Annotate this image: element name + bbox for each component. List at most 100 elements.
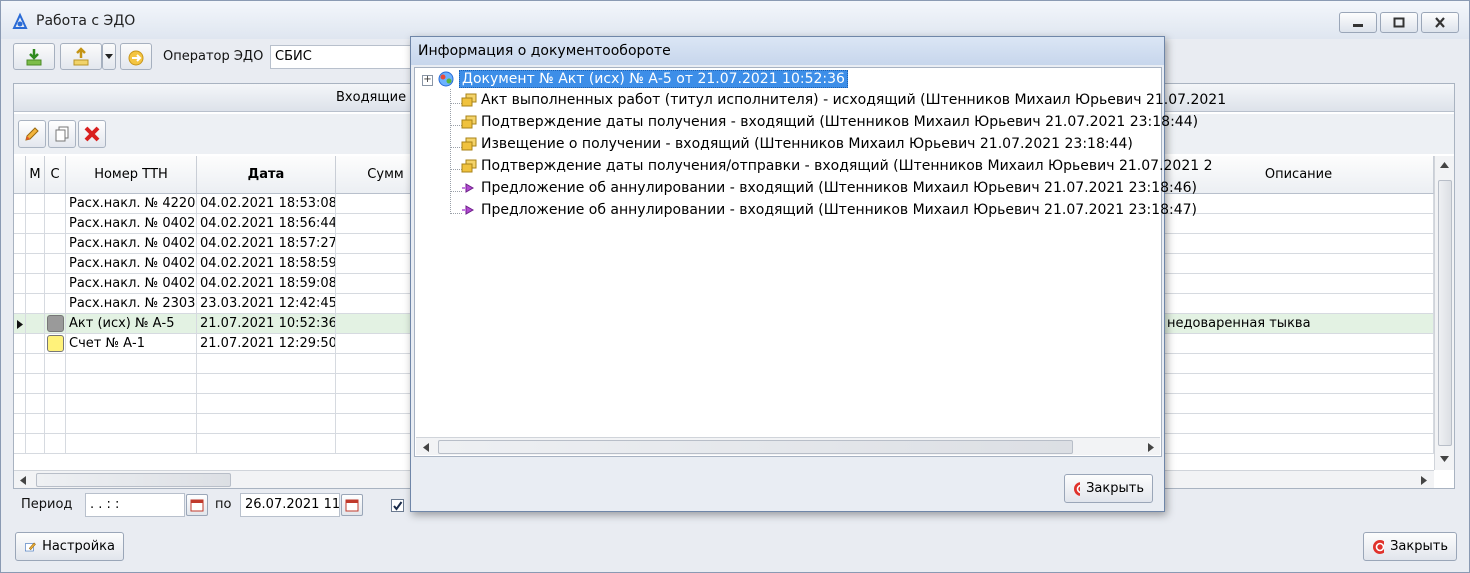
grid-vertical-scrollbar[interactable] xyxy=(1434,156,1454,470)
dialog-close-label: Закрыть xyxy=(1086,481,1144,496)
cell-c xyxy=(45,374,66,394)
minimize-button[interactable] xyxy=(1339,12,1377,33)
download-button[interactable] xyxy=(13,43,55,70)
refresh-arrow-icon xyxy=(128,50,144,65)
delete-button[interactable] xyxy=(78,120,106,148)
cell-desc xyxy=(1164,214,1434,234)
close-button[interactable]: Закрыть xyxy=(1363,532,1457,561)
close-window-button[interactable] xyxy=(1421,12,1459,33)
scroll-right-icon xyxy=(1148,443,1154,452)
cell-m xyxy=(26,414,45,434)
filter-checkbox[interactable] xyxy=(391,499,404,512)
operator-label: Оператор ЭДО xyxy=(163,49,264,64)
cell-date: 21.07.2021 12:29:50 xyxy=(197,334,336,354)
cell-number xyxy=(66,414,197,434)
cell-number xyxy=(66,354,197,374)
cell-indicator xyxy=(14,274,26,294)
tree-item-label: Предложение об аннулировании - входящий … xyxy=(481,180,1198,196)
tree-item[interactable]: Предложение об аннулировании - входящий … xyxy=(461,202,1197,218)
cell-indicator xyxy=(14,214,26,234)
tree-item[interactable]: Извещение о получении - входящий (Штенни… xyxy=(461,136,1133,152)
cell-date xyxy=(197,414,336,434)
tree-scroll-thumb[interactable] xyxy=(438,440,1073,454)
cell-date: 04.02.2021 18:58:59 xyxy=(197,254,336,274)
cell-number: Расх.накл. № 04022 xyxy=(66,254,197,274)
cell-number xyxy=(66,434,197,454)
tree-item[interactable]: Подтверждение даты получения - входящий … xyxy=(461,114,1198,130)
cell-m xyxy=(26,354,45,374)
scroll-down-icon xyxy=(1440,456,1449,462)
cell-c xyxy=(45,394,66,414)
tree-horizontal-scrollbar[interactable] xyxy=(416,437,1160,455)
cell-indicator xyxy=(14,254,26,274)
cell-c xyxy=(45,234,66,254)
period-label: Период xyxy=(21,497,73,512)
cell-indicator xyxy=(14,234,26,254)
tree-item[interactable]: Акт выполненных работ (титул исполнителя… xyxy=(461,92,1226,108)
upload-button[interactable] xyxy=(60,43,102,70)
delete-x-icon xyxy=(84,126,100,142)
dialog-title: Информация о документообороте xyxy=(411,37,1164,65)
vertical-scroll-thumb[interactable] xyxy=(1438,180,1452,446)
cell-date: 04.02.2021 18:53:08 xyxy=(197,194,336,214)
cell-c xyxy=(45,434,66,454)
operator-select[interactable]: СБИС xyxy=(270,45,415,69)
cell-m xyxy=(26,214,45,234)
settings-button[interactable]: Настройка xyxy=(15,532,124,561)
tree-item[interactable]: Предложение об аннулировании - входящий … xyxy=(461,180,1197,196)
cell-date xyxy=(197,354,336,374)
cell-indicator xyxy=(14,314,26,334)
cell-desc: недоваренная тыква xyxy=(1164,314,1434,334)
maximize-icon xyxy=(1393,17,1405,28)
envelope-icon xyxy=(461,137,477,151)
tree-item[interactable]: Подтверждение даты получения/отправки - … xyxy=(461,158,1213,174)
copy-button[interactable] xyxy=(48,120,76,148)
cell-number: Расх.накл. № 04020 xyxy=(66,214,197,234)
cell-date: 04.02.2021 18:57:27 xyxy=(197,234,336,254)
tree-root-node[interactable]: Документ № Акт (исх) № А-5 от 21.07.2021… xyxy=(437,70,848,88)
calendar-icon xyxy=(345,499,359,512)
cell-c xyxy=(45,214,66,234)
period-from-input[interactable]: . . : : xyxy=(85,493,185,517)
close-circle-icon xyxy=(1373,539,1385,554)
cell-c xyxy=(45,354,66,374)
title-bar: Работа с ЭДО xyxy=(1,1,1469,39)
cell-m xyxy=(26,194,45,214)
cell-m xyxy=(26,374,45,394)
cell-date xyxy=(197,434,336,454)
cell-desc xyxy=(1164,254,1434,274)
cell-desc xyxy=(1164,414,1434,434)
cell-date: 21.07.2021 10:52:36 xyxy=(197,314,336,334)
upload-dropdown-button[interactable] xyxy=(102,43,116,70)
header-m[interactable]: М xyxy=(26,156,45,194)
header-c[interactable]: С xyxy=(45,156,66,194)
envelope-icon xyxy=(461,159,477,173)
header-date[interactable]: Дата xyxy=(197,156,336,194)
cell-desc xyxy=(1164,294,1434,314)
cell-date xyxy=(197,394,336,414)
expand-toggle-icon[interactable]: + xyxy=(422,75,433,86)
cell-indicator xyxy=(14,194,26,214)
period-to-input[interactable]: 26.07.2021 11 xyxy=(240,493,340,517)
maximize-button[interactable] xyxy=(1380,12,1418,33)
status-marker xyxy=(47,315,64,332)
cell-c xyxy=(45,334,66,354)
dialog-close-button[interactable]: Закрыть xyxy=(1064,474,1153,503)
horizontal-scroll-thumb[interactable] xyxy=(36,473,231,487)
edit-button[interactable] xyxy=(18,120,46,148)
tree-item-label: Предложение об аннулировании - входящий … xyxy=(481,202,1198,218)
cell-m xyxy=(26,334,45,354)
cell-desc xyxy=(1164,274,1434,294)
calendar-from-button[interactable] xyxy=(186,494,208,516)
calendar-to-button[interactable] xyxy=(341,494,363,516)
arrow-purple-icon xyxy=(462,205,475,215)
cell-indicator xyxy=(14,334,26,354)
pencil-icon xyxy=(25,127,39,141)
settings-label: Настройка xyxy=(42,539,115,554)
document-flow-dialog: Информация о документообороте + Документ… xyxy=(410,36,1226,512)
cell-m xyxy=(26,274,45,294)
status-marker xyxy=(47,335,64,352)
header-ttn-number[interactable]: Номер ТТН xyxy=(66,156,197,194)
close-label: Закрыть xyxy=(1390,539,1448,554)
refresh-button[interactable] xyxy=(120,43,152,70)
